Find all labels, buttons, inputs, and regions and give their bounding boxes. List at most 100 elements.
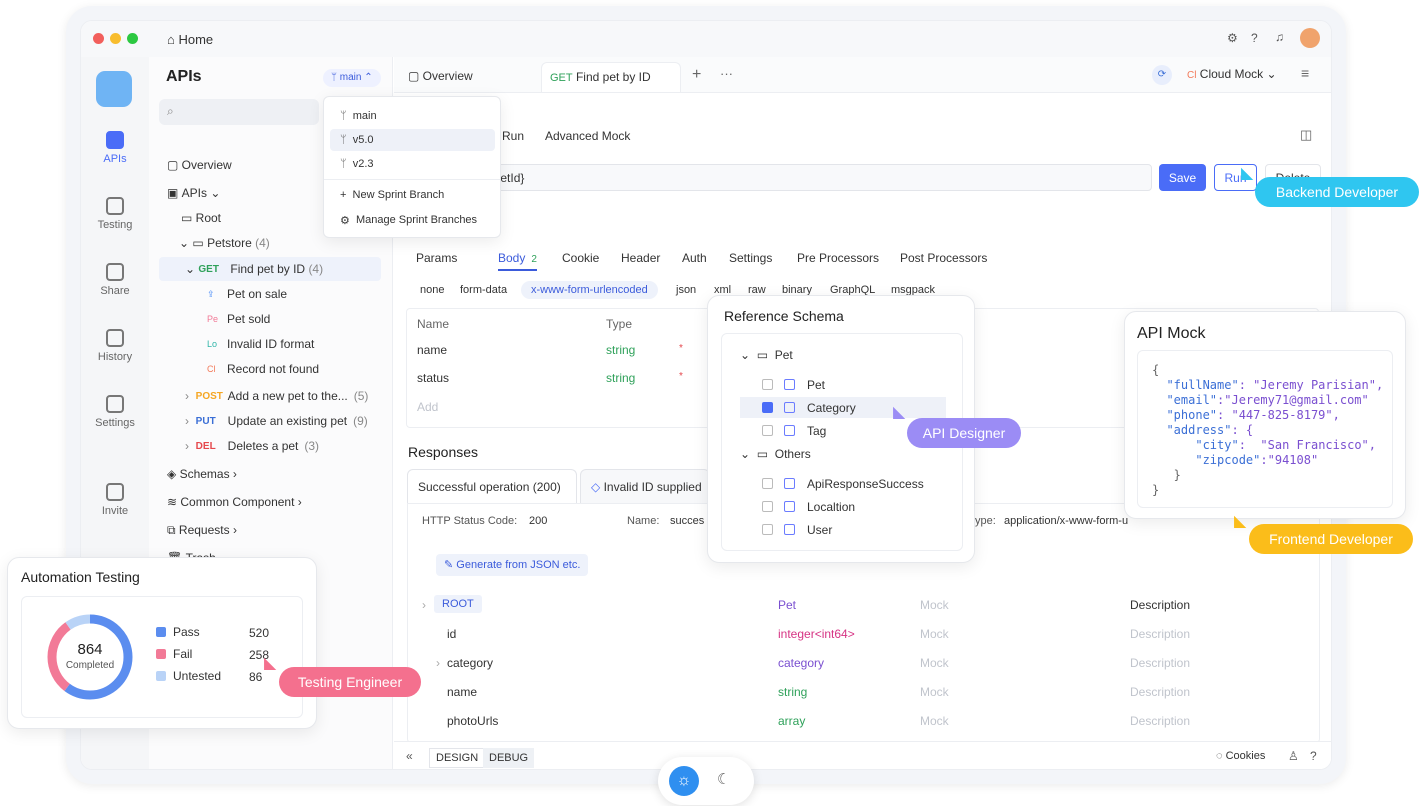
- rail-item-history[interactable]: History: [81, 329, 149, 363]
- branch-item-v2.3[interactable]: ᛘ v2.3: [330, 153, 495, 175]
- req-tab-auth[interactable]: Auth: [682, 251, 707, 265]
- sync-icon[interactable]: ⟳: [1152, 65, 1172, 85]
- schema-row-mock[interactable]: Mock: [920, 598, 949, 612]
- home-icon: ⌂: [167, 32, 179, 47]
- help-icon[interactable]: ?: [1251, 31, 1258, 45]
- moon-icon[interactable]: ☾: [717, 770, 730, 788]
- tree-requests[interactable]: ⧉ Requests ›: [167, 518, 237, 542]
- checkbox[interactable]: [762, 425, 773, 436]
- tree-endpoint[interactable]: › POST Add a new pet to the... (5): [185, 384, 368, 408]
- rail-item-invite[interactable]: Invite: [81, 483, 149, 517]
- avatar[interactable]: [1300, 28, 1320, 48]
- tree-find-pet[interactable]: ⌄ GET Find pet by ID (4): [159, 257, 381, 281]
- debug-toggle[interactable]: DEBUG: [483, 748, 535, 768]
- panel-toggle-icon[interactable]: ◫: [1300, 127, 1312, 143]
- schema-item-apiresponsesuccess[interactable]: ApiResponseSuccess: [740, 473, 946, 494]
- new-branch-item[interactable]: + New Sprint Branch: [340, 187, 444, 203]
- tree-example[interactable]: Lo Invalid ID format: [207, 332, 314, 356]
- body-type-json[interactable]: json: [676, 284, 696, 296]
- tree-apis[interactable]: ▣ APIs ⌄: [167, 181, 220, 205]
- url-input[interactable]: t/{petId}: [482, 164, 1152, 191]
- rail-item-settings[interactable]: Settings: [81, 395, 149, 429]
- schema-row-desc[interactable]: Description: [1130, 598, 1190, 612]
- schema-row-desc[interactable]: Description: [1130, 656, 1190, 670]
- req-tab-settings[interactable]: Settings: [729, 251, 772, 265]
- tree-endpoint[interactable]: › DEL Deletes a pet (3): [185, 434, 319, 458]
- schema-item-user[interactable]: User: [740, 519, 946, 540]
- tree-schemas[interactable]: ◈ Schemas ›: [167, 462, 237, 486]
- schema-row-mock[interactable]: Mock: [920, 627, 949, 641]
- branch-item-v5.0[interactable]: ᛘ v5.0: [330, 129, 495, 151]
- tree-example[interactable]: Cl Record not found: [207, 357, 319, 381]
- req-tab-post-processors[interactable]: Post Processors: [900, 251, 987, 265]
- help-icon[interactable]: ?: [1310, 749, 1317, 763]
- tab-overview[interactable]: ▢ Overview: [408, 69, 473, 83]
- manage-branches-item[interactable]: ⚙ Manage Sprint Branches: [340, 212, 477, 228]
- generate-json-button[interactable]: ✎ Generate from JSON etc.: [436, 554, 589, 576]
- req-tab-label: Header: [621, 251, 661, 265]
- body-type-x-www-form-urlencoded[interactable]: x-www-form-urlencoded: [521, 281, 658, 299]
- cookies-link[interactable]: ◌ Cookies: [1216, 750, 1265, 762]
- tree-overview[interactable]: ▢ Overview: [167, 153, 232, 177]
- group-pet[interactable]: ⌄ ▭ Pet: [740, 348, 793, 362]
- schema-row-mock[interactable]: Mock: [920, 714, 949, 728]
- req-tab-pre-processors[interactable]: Pre Processors: [797, 251, 879, 265]
- close-dot[interactable]: [93, 33, 104, 44]
- tree-common[interactable]: ≋ Common Component ›: [167, 490, 302, 514]
- req-tab-body[interactable]: Body 2: [498, 251, 537, 271]
- collapse-icon[interactable]: «: [406, 749, 413, 763]
- checkbox[interactable]: [762, 379, 773, 390]
- add-tab-icon[interactable]: +: [692, 66, 701, 84]
- body-type-form-data[interactable]: form-data: [460, 284, 507, 296]
- body-type-none[interactable]: none: [420, 284, 444, 296]
- checkbox[interactable]: [762, 524, 773, 535]
- rail-item-share[interactable]: Share: [81, 263, 149, 297]
- branch-selector[interactable]: ᛘ main ⌃: [323, 69, 381, 87]
- tree-example[interactable]: Pe Pet sold: [207, 307, 270, 331]
- checkbox[interactable]: [762, 501, 773, 512]
- add-param[interactable]: Add: [417, 400, 438, 414]
- branch-item-main[interactable]: ᛘ main: [330, 105, 495, 127]
- save-button[interactable]: Save: [1159, 164, 1206, 191]
- menu-icon[interactable]: ≡: [1301, 65, 1309, 81]
- schema-item-localtion[interactable]: Localtion: [740, 496, 946, 517]
- req-tab-label: Pre Processors: [797, 251, 880, 265]
- maximize-dot[interactable]: [127, 33, 138, 44]
- schema-row-mock[interactable]: Mock: [920, 685, 949, 699]
- design-toggle[interactable]: DESIGN: [429, 748, 486, 768]
- response-tab-200[interactable]: Successful operation (200): [407, 469, 577, 503]
- sun-icon[interactable]: ☼: [669, 766, 699, 796]
- tree-root-label: Root: [195, 211, 222, 225]
- checkbox[interactable]: [762, 478, 773, 489]
- group-others[interactable]: ⌄ ▭ Others: [740, 447, 811, 461]
- schema-item-pet[interactable]: Pet: [740, 374, 946, 395]
- bell-icon[interactable]: ♫: [1275, 30, 1284, 44]
- schema-row-desc[interactable]: Description: [1130, 685, 1190, 699]
- tree-petstore[interactable]: ⌄ ▭ Petstore (4): [179, 231, 270, 255]
- tree-endpoint[interactable]: › PUT Update an existing pet (9): [185, 409, 368, 433]
- rail-item-apis[interactable]: APIs: [81, 131, 149, 165]
- tree-example[interactable]: ⇪ Pet on sale: [207, 282, 287, 306]
- tree-title: APIs: [166, 68, 202, 85]
- req-tab-params[interactable]: Params: [416, 251, 457, 265]
- search-input[interactable]: ⌕: [159, 99, 319, 125]
- tab-find-pet[interactable]: GET Find pet by ID: [541, 62, 681, 92]
- shirt-icon[interactable]: ♙: [1288, 749, 1299, 763]
- minimize-dot[interactable]: [110, 33, 121, 44]
- env-selector[interactable]: Cl Cloud Mock ⌄: [1187, 67, 1277, 81]
- subtab-run[interactable]: Run: [502, 129, 524, 143]
- req-tab-cookie[interactable]: Cookie: [562, 251, 599, 265]
- home-link[interactable]: ⌂ Home: [167, 32, 213, 47]
- schema-item-category[interactable]: Category: [740, 397, 946, 418]
- checkbox[interactable]: [762, 402, 773, 413]
- req-tab-header[interactable]: Header: [621, 251, 660, 265]
- gear-icon[interactable]: ⚙: [1227, 31, 1238, 45]
- tree-root[interactable]: ▭ Root: [181, 206, 221, 230]
- schema-row-desc[interactable]: Description: [1130, 714, 1190, 728]
- schema-row-desc[interactable]: Description: [1130, 627, 1190, 641]
- rail-item-testing[interactable]: Testing: [81, 197, 149, 231]
- subtab-advanced-mock[interactable]: Advanced Mock: [545, 129, 630, 143]
- schema-row-mock[interactable]: Mock: [920, 656, 949, 670]
- more-icon[interactable]: ···: [720, 66, 733, 81]
- response-tab-400[interactable]: ◇ Invalid ID supplied: [580, 469, 710, 503]
